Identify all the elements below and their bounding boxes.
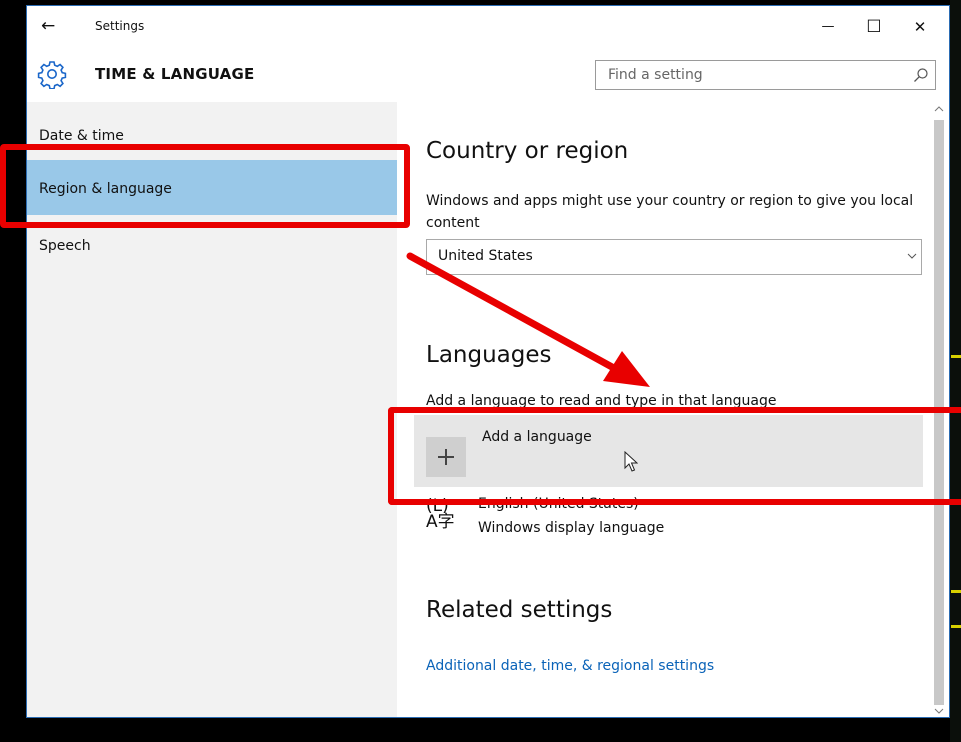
annotation-arrow (406, 252, 650, 387)
